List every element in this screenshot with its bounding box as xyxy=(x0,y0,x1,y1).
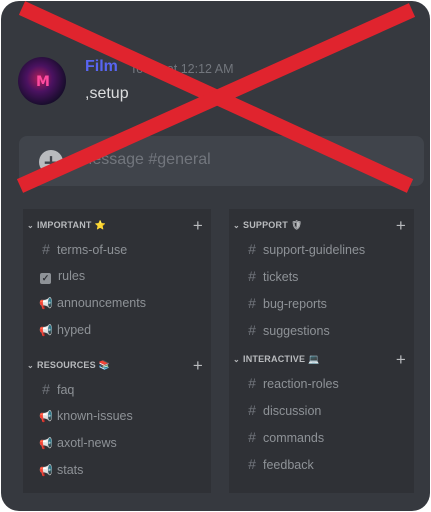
category-resources[interactable]: ⌄ RESOURCES 📚 + xyxy=(27,356,203,376)
channel-label: axotl-news xyxy=(57,436,117,450)
message-text: ,setup xyxy=(85,85,129,102)
chevron-down-icon: ⌄ xyxy=(27,361,34,370)
channel-support-guidelines[interactable]: # support-guidelines xyxy=(243,239,408,259)
laptop-icon: 💻 xyxy=(308,354,320,364)
hash-icon: # xyxy=(42,241,50,257)
channel-label: known-issues xyxy=(57,409,133,423)
hash-icon: # xyxy=(248,322,256,338)
channel-reaction-roles[interactable]: # reaction-roles xyxy=(243,373,408,393)
rules-icon: ✓ xyxy=(40,273,51,284)
hash-icon: # xyxy=(248,295,256,311)
category-important[interactable]: ⌄ IMPORTANT ⭐ + xyxy=(27,216,203,236)
channel-bug-reports[interactable]: # bug-reports xyxy=(243,293,408,313)
chevron-down-icon: ⌄ xyxy=(27,221,34,230)
books-icon: 📚 xyxy=(98,360,111,370)
category-label: SUPPORT xyxy=(243,220,288,230)
channel-terms-of-use[interactable]: # terms-of-use xyxy=(37,239,205,259)
channel-label: rules xyxy=(58,269,86,283)
channel-label: hyped xyxy=(57,323,92,337)
add-channel-icon[interactable]: + xyxy=(193,216,203,236)
add-channel-icon[interactable]: + xyxy=(193,356,203,376)
channel-label: discussion xyxy=(263,404,322,418)
hash-icon: # xyxy=(248,402,256,418)
star-icon: ⭐ xyxy=(94,220,107,230)
hash-icon: # xyxy=(248,429,256,445)
chat-input-placeholder[interactable]: Message #general xyxy=(79,151,211,169)
channel-commands[interactable]: # commands xyxy=(243,427,408,447)
add-channel-icon[interactable]: + xyxy=(396,350,406,370)
megaphone-icon: 📢 xyxy=(39,411,53,423)
hash-icon: # xyxy=(248,268,256,284)
channel-label: faq xyxy=(57,383,75,397)
chevron-down-icon: ⌄ xyxy=(233,221,240,230)
megaphone-icon: 📢 xyxy=(39,438,53,450)
channel-label: commands xyxy=(263,431,325,445)
add-channel-icon[interactable]: + xyxy=(396,216,406,236)
avatar-glyph: M xyxy=(36,74,50,90)
channel-faq[interactable]: # faq xyxy=(37,379,205,399)
chevron-down-icon: ⌄ xyxy=(233,355,240,364)
hash-icon: # xyxy=(42,381,50,397)
channel-panel-left: ⌄ IMPORTANT ⭐ + # terms-of-use ✓ rules 📢 anno… xyxy=(23,209,211,493)
hash-icon: # xyxy=(248,375,256,391)
channel-label: stats xyxy=(57,463,84,477)
category-label: IMPORTANT xyxy=(37,220,92,230)
channel-known-issues[interactable]: 📢 known-issues xyxy=(37,406,205,426)
channel-axotl-news[interactable]: 📢 axotl-news xyxy=(37,433,205,453)
channel-feedback[interactable]: # feedback xyxy=(243,454,408,474)
channel-panel-right: ⌄ SUPPORT 🛡 + # support-guidelines # tickets… xyxy=(229,209,414,493)
hash-icon: # xyxy=(248,456,256,472)
channel-label: announcements xyxy=(57,296,146,310)
channel-hyped[interactable]: 📢 hyped xyxy=(37,320,205,340)
chat-input-box[interactable]: + Message #general xyxy=(19,136,424,186)
shield-icon: 🛡 xyxy=(290,220,303,230)
channel-label: terms-of-use xyxy=(57,243,128,257)
channel-announcements[interactable]: 📢 announcements xyxy=(37,293,205,313)
discord-window: M Film Today at 12:12 AM ,setup + Messag… xyxy=(1,1,430,511)
channel-label: tickets xyxy=(263,270,299,284)
megaphone-icon: 📢 xyxy=(39,465,53,477)
channel-rules[interactable]: ✓ rules xyxy=(37,266,205,286)
category-label: RESOURCES xyxy=(37,360,96,370)
channel-suggestions[interactable]: # suggestions xyxy=(243,320,408,340)
channel-discussion[interactable]: # discussion xyxy=(243,400,408,420)
hash-icon: # xyxy=(248,241,256,257)
megaphone-icon: 📢 xyxy=(39,298,53,310)
channel-stats[interactable]: 📢 stats xyxy=(37,460,205,480)
add-attachment-icon[interactable]: + xyxy=(39,150,63,174)
channel-label: support-guidelines xyxy=(263,243,366,257)
category-label: INTERACTIVE xyxy=(243,354,306,364)
channel-label: reaction-roles xyxy=(263,377,339,391)
message-author[interactable]: Film xyxy=(85,58,118,76)
message-timestamp: Today at 12:12 AM xyxy=(130,62,234,76)
category-interactive[interactable]: ⌄ INTERACTIVE 💻 + xyxy=(233,350,406,370)
category-support[interactable]: ⌄ SUPPORT 🛡 + xyxy=(233,216,406,236)
channel-label: suggestions xyxy=(263,324,330,338)
megaphone-icon: 📢 xyxy=(39,325,53,337)
channel-label: bug-reports xyxy=(263,297,327,311)
channel-tickets[interactable]: # tickets xyxy=(243,266,408,286)
channel-label: feedback xyxy=(263,458,314,472)
